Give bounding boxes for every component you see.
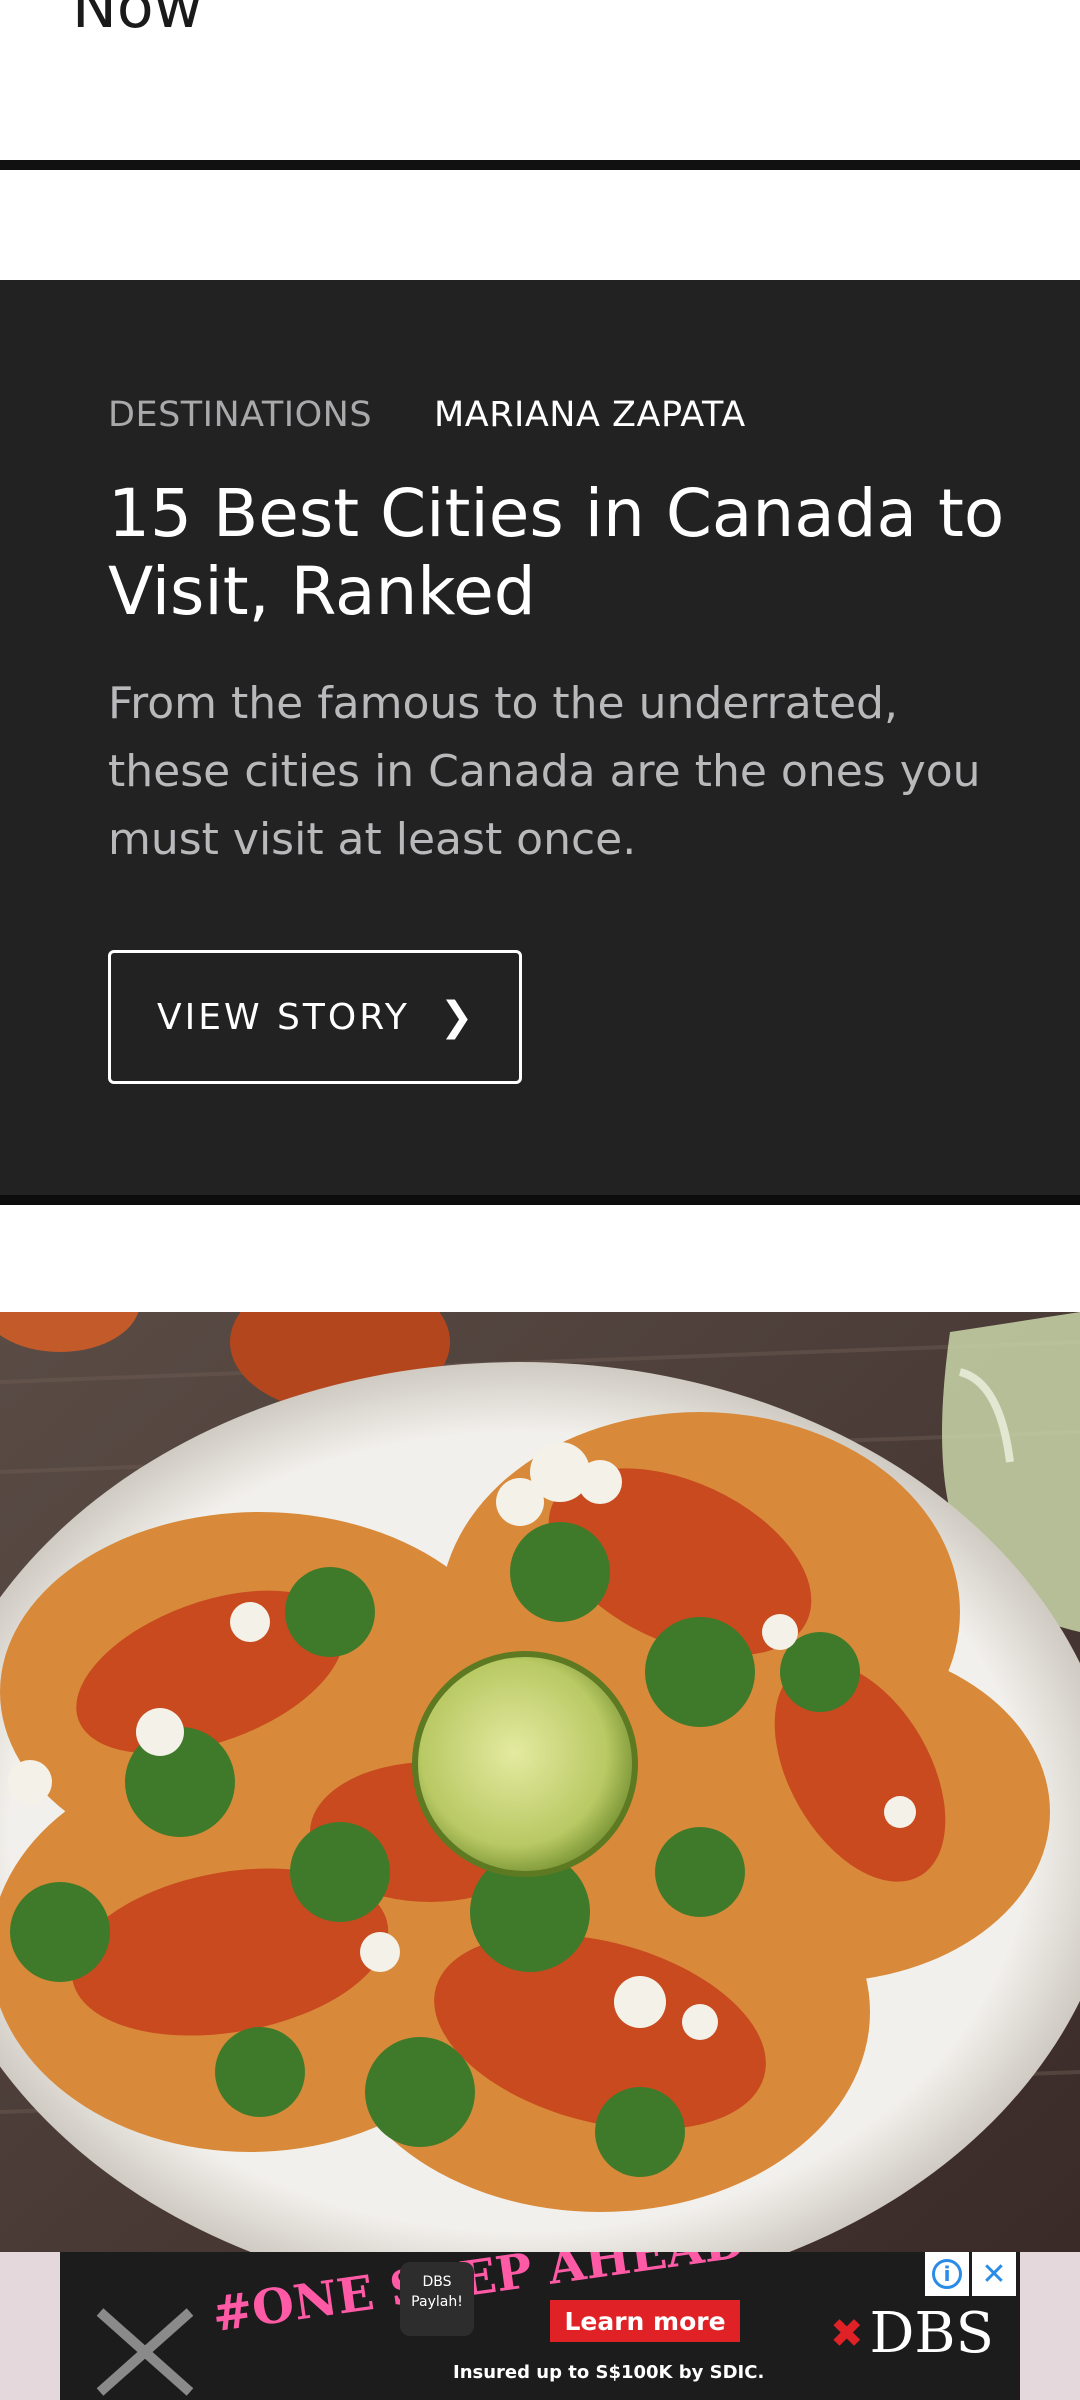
section-divider	[0, 1195, 1080, 1205]
ad-learn-more-button[interactable]: Learn more	[550, 2300, 740, 2342]
ad-brand-logo: ✖ DBS	[830, 2304, 994, 2364]
view-story-button[interactable]: VIEW STORY ❯	[108, 950, 522, 1084]
chevron-right-icon: ❯	[439, 994, 474, 1040]
story-category[interactable]: DESTINATIONS	[108, 395, 372, 435]
view-story-label: VIEW STORY	[157, 996, 410, 1038]
dbs-mark-icon: ✖	[830, 2311, 864, 2357]
section-divider	[0, 160, 1080, 170]
story-author[interactable]: MARIANA ZAPATA	[434, 395, 746, 435]
page: Now DESTINATIONS MARIANA ZAPATA 15 Best …	[0, 0, 1080, 2400]
ad-info-icon[interactable]: i	[925, 2252, 969, 2296]
x-graphic-icon	[96, 2308, 194, 2396]
story-card: DESTINATIONS MARIANA ZAPATA 15 Best Citi…	[0, 280, 1080, 1195]
ad-container: #ONE STEP AHEAD DBS Paylah! Learn more I…	[0, 2252, 1080, 2400]
ad-close-icon[interactable]: ✕	[972, 2252, 1016, 2296]
story-description: From the famous to the underrated, these…	[108, 678, 981, 865]
story-meta: DESTINATIONS MARIANA ZAPATA	[108, 395, 746, 435]
ad-disclaimer: Insured up to S$100K by SDIC.	[453, 2362, 765, 2383]
ad-banner[interactable]: #ONE STEP AHEAD DBS Paylah! Learn more I…	[60, 2252, 1020, 2400]
ad-brand-name: DBS	[869, 2301, 994, 2366]
ad-app-badge: DBS Paylah!	[400, 2262, 474, 2336]
story-title[interactable]: 15 Best Cities in Canada to Visit, Ranke…	[108, 475, 1008, 631]
previous-story-headline[interactable]: Now	[72, 0, 203, 42]
tacos-photo[interactable]	[0, 1312, 1080, 2252]
